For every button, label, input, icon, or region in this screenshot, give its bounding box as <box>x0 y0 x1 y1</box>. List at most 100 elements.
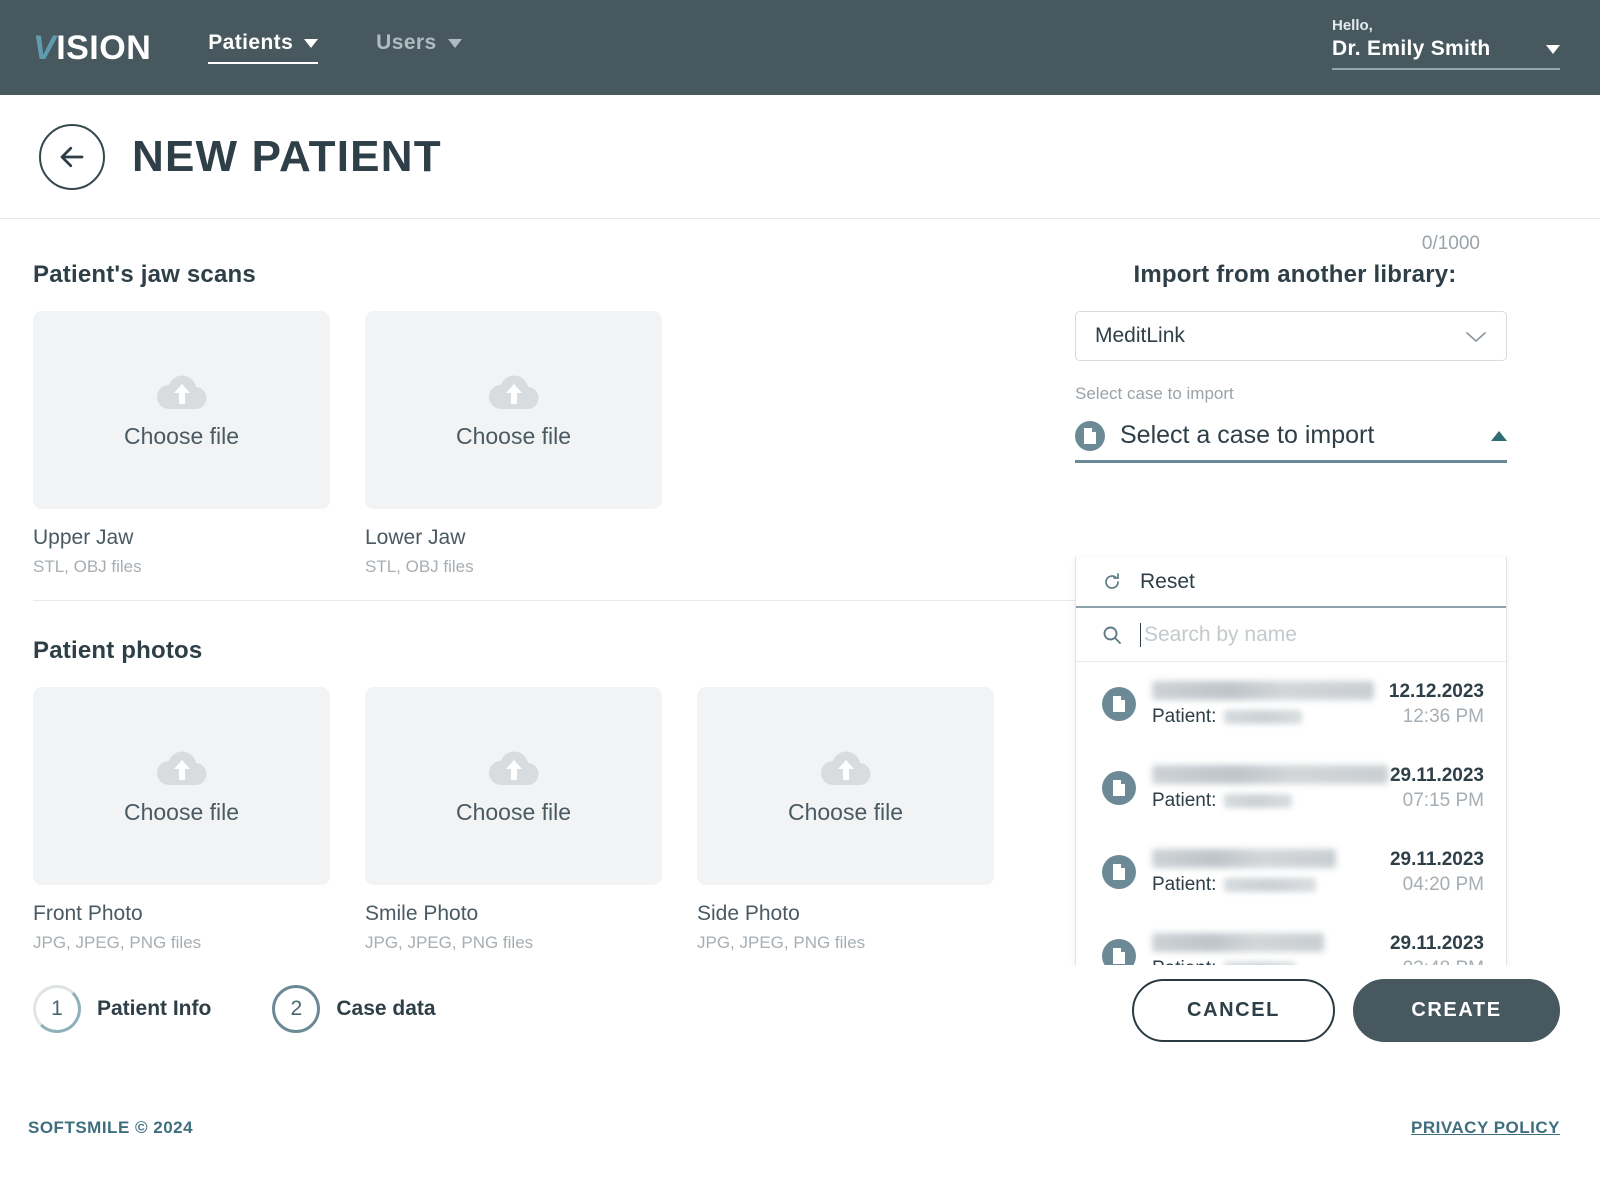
dropdown-search-row <box>1076 608 1506 662</box>
back-button[interactable] <box>39 123 105 190</box>
dropdown-reset-option[interactable]: Reset <box>1076 557 1506 608</box>
jaw-scans-upload-row: Choose file Upper Jaw STL, OBJ files Cho… <box>33 311 1043 577</box>
vision-logo[interactable]: V ISION <box>33 31 151 65</box>
upload-slot-lower-jaw: Choose file Lower Jaw STL, OBJ files <box>365 311 662 577</box>
cloud-upload-icon <box>156 751 207 785</box>
step-patient-info[interactable]: 1 Patient Info <box>33 985 211 1033</box>
upload-dropzone-side-photo[interactable]: Choose file <box>697 687 994 885</box>
upload-formats: JPG, JPEG, PNG files <box>33 933 202 952</box>
search-input[interactable] <box>1140 622 1470 647</box>
upload-title: Side Photo <box>697 902 800 925</box>
document-icon <box>1075 420 1105 451</box>
wizard-steps: 1 Patient Info 2 Case data <box>33 985 436 1033</box>
uploads-column: Patient's jaw scans Choose file Upper Ja… <box>33 261 1043 953</box>
chevron-down-icon <box>1466 331 1486 342</box>
nav-item-patients[interactable]: Patients <box>208 31 319 64</box>
primary-nav: Patients Users <box>208 31 462 64</box>
chevron-down-icon <box>304 38 319 48</box>
case-select-trigger[interactable]: Select a case to import <box>1075 411 1507 463</box>
case-name-redacted <box>1152 848 1336 868</box>
patient-name-redacted <box>1224 709 1303 724</box>
page-title: NEW PATIENT <box>132 131 442 181</box>
upload-dropzone-lower-jaw[interactable]: Choose file <box>365 311 662 509</box>
case-list-item[interactable]: Patient: 29.11.2023 04:20 PM <box>1076 830 1506 914</box>
upload-title: Smile Photo <box>365 902 479 925</box>
upload-title: Lower Jaw <box>365 526 466 549</box>
user-greeting: Hello, <box>1332 17 1373 34</box>
upload-formats: JPG, JPEG, PNG files <box>365 933 534 952</box>
character-counter: 0/1000 <box>1421 233 1480 254</box>
case-dropdown-panel: Reset Patient: <box>1075 557 1507 999</box>
patient-name-redacted <box>1224 877 1317 892</box>
upload-formats: STL, OBJ files <box>365 557 474 576</box>
chevron-down-icon <box>1546 44 1560 54</box>
patient-label: Patient: <box>1152 705 1217 727</box>
case-select-value: Select a case to import <box>1120 421 1375 449</box>
document-glyph <box>1113 696 1125 712</box>
choose-file-label: Choose file <box>455 422 572 449</box>
logo-v-mark: V <box>33 28 57 67</box>
logo-text: ISION <box>56 28 152 67</box>
privacy-policy-link[interactable]: PRIVACY POLICY <box>1411 1118 1560 1138</box>
patient-photos-upload-row: Choose file Front Photo JPG, JPEG, PNG f… <box>33 687 1043 953</box>
nav-item-users-label: Users <box>376 31 437 54</box>
patient-photos-heading: Patient photos <box>33 637 203 664</box>
library-select[interactable]: MeditLink <box>1075 311 1507 361</box>
choose-file-label: Choose file <box>787 798 904 825</box>
user-name: Dr. Emily Smith <box>1332 37 1491 60</box>
document-icon <box>1102 687 1136 721</box>
choose-file-label: Choose file <box>123 422 240 449</box>
top-navigation-bar: V ISION Patients Users Hello, Dr. Emily S… <box>0 0 1600 95</box>
upload-dropzone-smile-photo[interactable]: Choose file <box>365 687 662 885</box>
upload-slot-side-photo: Choose file Side Photo JPG, JPEG, PNG fi… <box>697 687 994 953</box>
copyright-text: SOFTSMILE © 2024 <box>28 1118 194 1137</box>
choose-file-label: Choose file <box>123 798 240 825</box>
nav-item-patients-label: Patients <box>208 31 294 54</box>
document-icon <box>1102 771 1136 805</box>
patient-label: Patient: <box>1152 873 1217 895</box>
case-time: 12:36 PM <box>1402 705 1484 727</box>
step-case-data[interactable]: 2 Case data <box>272 985 436 1033</box>
case-date: 12.12.2023 <box>1388 680 1484 702</box>
choose-file-label: Choose file <box>455 798 572 825</box>
patient-label: Patient: <box>1152 789 1217 811</box>
upload-title: Upper Jaw <box>33 526 134 549</box>
create-button[interactable]: CREATE <box>1353 979 1560 1042</box>
chevron-down-icon <box>447 38 462 48</box>
case-date: 29.11.2023 <box>1389 848 1484 870</box>
page-footer: 1 Patient Info 2 Case data CANCEL CREATE… <box>0 965 1600 1191</box>
document-glyph <box>1113 864 1125 880</box>
reset-icon <box>1105 572 1119 589</box>
case-name-redacted <box>1152 764 1388 784</box>
upload-formats: JPG, JPEG, PNG files <box>697 933 866 952</box>
library-select-value: MeditLink <box>1095 324 1185 347</box>
document-glyph <box>1113 780 1125 796</box>
step-number-2: 2 <box>272 985 321 1033</box>
case-list-item[interactable]: Patient: 12.12.2023 12:36 PM <box>1076 662 1506 746</box>
case-time: 04:20 PM <box>1402 873 1484 895</box>
case-list-item[interactable]: Patient: 29.11.2023 07:15 PM <box>1076 746 1506 830</box>
cancel-button[interactable]: CANCEL <box>1132 979 1335 1042</box>
document-glyph <box>1084 427 1096 444</box>
case-name-redacted <box>1152 932 1324 952</box>
jaw-scans-heading: Patient's jaw scans <box>33 261 256 288</box>
document-icon <box>1102 855 1136 889</box>
upload-slot-upper-jaw: Choose file Upper Jaw STL, OBJ files <box>33 311 330 577</box>
case-name-redacted <box>1152 680 1374 700</box>
cloud-upload-icon <box>488 375 539 409</box>
cloud-upload-icon <box>820 751 871 785</box>
case-date: 29.11.2023 <box>1389 764 1484 786</box>
upload-formats: STL, OBJ files <box>33 557 142 576</box>
search-icon <box>1103 626 1121 644</box>
upload-slot-smile-photo: Choose file Smile Photo JPG, JPEG, PNG f… <box>365 687 662 953</box>
cloud-upload-icon <box>156 375 207 409</box>
nav-item-users[interactable]: Users <box>376 31 462 64</box>
patient-name-redacted <box>1224 793 1293 808</box>
user-menu[interactable]: Hello, Dr. Emily Smith <box>1332 17 1560 70</box>
dropdown-reset-label: Reset <box>1140 569 1195 593</box>
import-library-panel: Import from another library: MeditLink S… <box>1075 261 1515 999</box>
case-time: 07:15 PM <box>1402 789 1484 811</box>
page-header: NEW PATIENT <box>0 95 1600 219</box>
upload-dropzone-front-photo[interactable]: Choose file <box>33 687 330 885</box>
upload-dropzone-upper-jaw[interactable]: Choose file <box>33 311 330 509</box>
